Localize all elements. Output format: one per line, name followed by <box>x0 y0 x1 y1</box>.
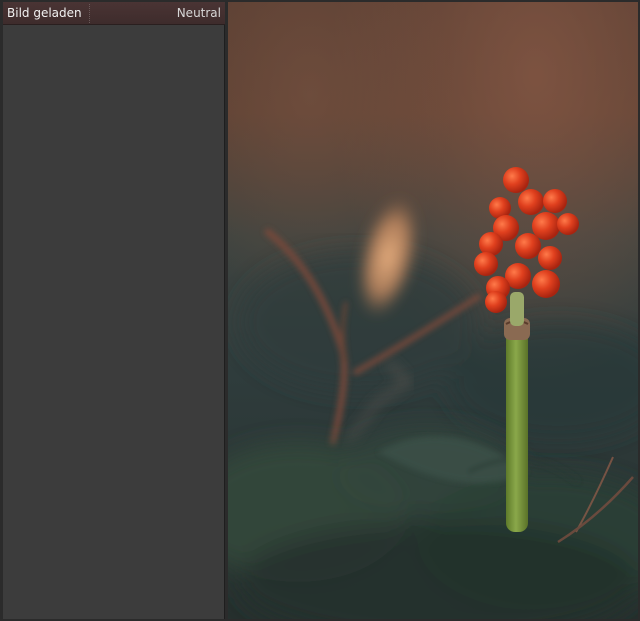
column-divider <box>89 4 91 23</box>
image-preview[interactable] <box>228 2 638 619</box>
app-window: Bild geladen Neutral <box>0 0 640 621</box>
history-item-label: Bild geladen <box>7 6 82 20</box>
history-item-value: Neutral <box>176 6 221 20</box>
history-item-selected[interactable]: Bild geladen Neutral <box>3 2 225 25</box>
history-panel: Bild geladen Neutral <box>3 2 225 619</box>
photo <box>228 2 638 619</box>
